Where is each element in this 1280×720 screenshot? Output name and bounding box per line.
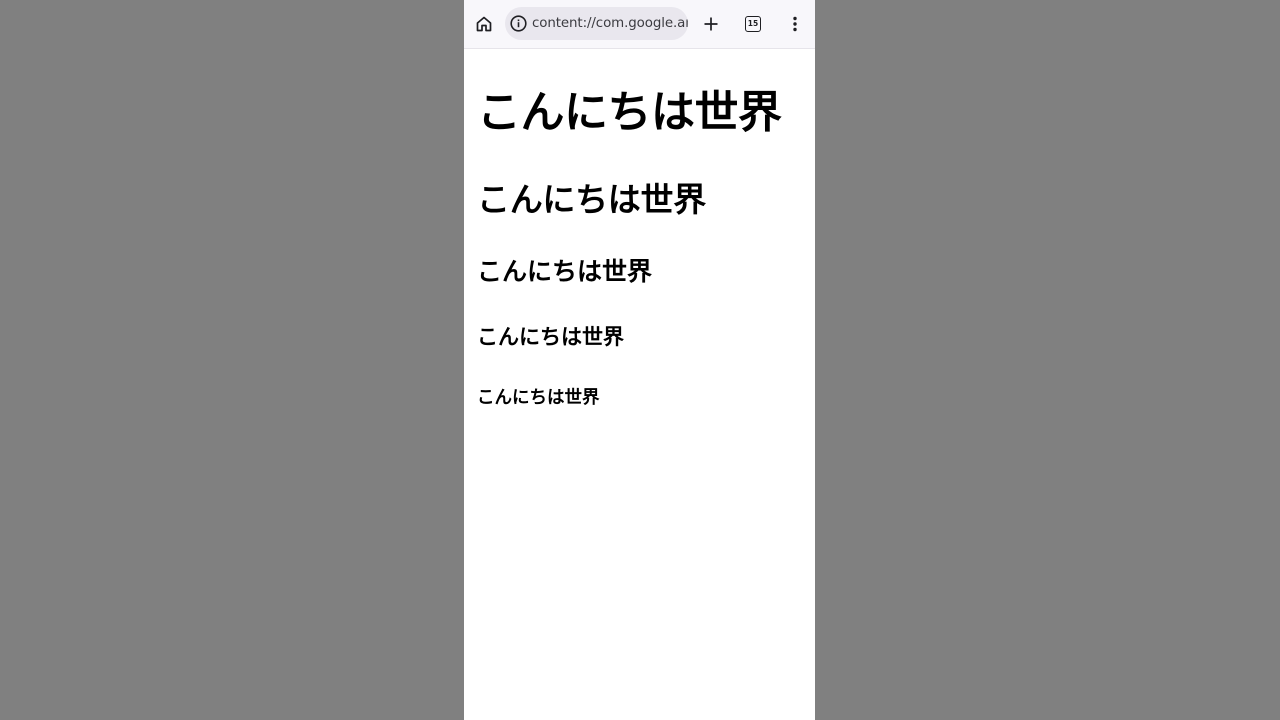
url-text[interactable]: content://com.google.android.apps.nbu.fi…	[532, 15, 688, 32]
home-icon	[476, 16, 492, 32]
menu-button[interactable]	[779, 8, 811, 40]
new-tab-button[interactable]	[695, 8, 727, 40]
heading-level-4: こんにちは世界	[477, 325, 624, 349]
plus-icon	[704, 17, 718, 31]
heading-level-2: こんにちは世界	[477, 180, 706, 219]
info-icon[interactable]	[509, 14, 528, 33]
heading-level-1: こんにちは世界	[477, 87, 782, 138]
browser-toolbar: content://com.google.android.apps.nbu.fi…	[464, 0, 815, 49]
tab-switcher-icon: 15	[745, 16, 761, 32]
more-vert-icon	[793, 16, 797, 32]
address-bar[interactable]: content://com.google.android.apps.nbu.fi…	[505, 7, 688, 40]
heading-level-5: こんにちは世界	[477, 388, 600, 408]
phone-screen: content://com.google.android.apps.nbu.fi…	[464, 0, 815, 720]
home-button[interactable]	[468, 8, 500, 40]
tab-switcher-button[interactable]: 15	[737, 8, 769, 40]
heading-level-3: こんにちは世界	[477, 257, 653, 286]
